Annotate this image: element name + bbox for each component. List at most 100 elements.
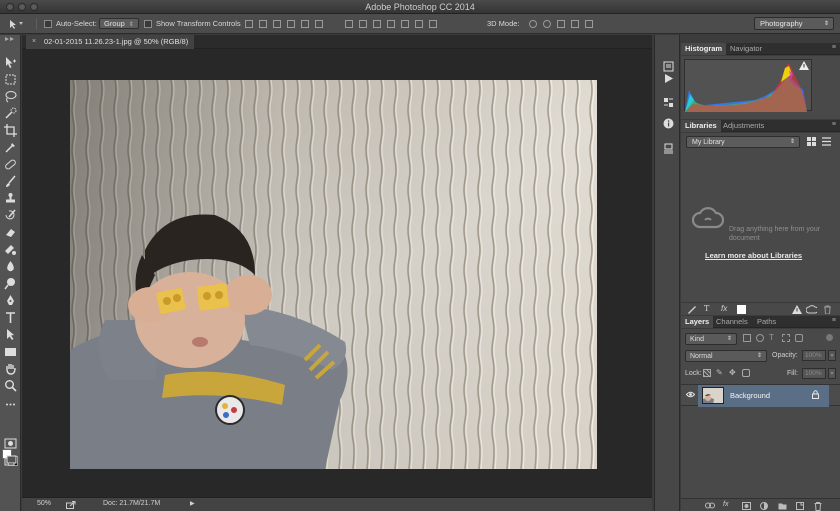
sync-warning-icon[interactable] [792, 305, 802, 314]
quick-select-tool-icon[interactable] [3, 107, 18, 120]
3d-rotate-icon[interactable] [529, 19, 537, 28]
distribute-vcenter-icon[interactable] [359, 19, 367, 28]
brush-tool-icon[interactable] [3, 175, 18, 188]
zoom-level[interactable]: 50% [37, 500, 51, 507]
marquee-tool-icon[interactable] [3, 73, 18, 86]
path-select-tool-icon[interactable] [3, 328, 18, 341]
lasso-tool-icon[interactable] [3, 90, 18, 103]
eraser-tool-icon[interactable] [3, 226, 18, 239]
lock-position-icon[interactable]: ✥ [729, 369, 737, 377]
tab-histogram[interactable]: Histogram [681, 43, 727, 55]
align-right-icon[interactable] [315, 19, 323, 28]
properties-panel-icon[interactable] [663, 97, 674, 108]
fill-field[interactable]: 100% [802, 368, 826, 379]
add-graphic-icon[interactable] [737, 305, 746, 314]
3d-roll-icon[interactable] [543, 19, 551, 28]
layer-row-background[interactable]: Background [681, 384, 840, 407]
add-character-style-icon[interactable]: T [704, 305, 709, 313]
cc-sync-icon[interactable] [806, 305, 817, 314]
tab-libraries[interactable]: Libraries [681, 120, 721, 132]
add-mask-icon[interactable] [742, 502, 751, 510]
tab-channels[interactable]: Channels [712, 316, 752, 328]
new-adjustment-layer-icon[interactable] [760, 502, 768, 510]
auto-align-icon[interactable] [429, 19, 437, 28]
pen-tool-icon[interactable] [3, 294, 18, 307]
history-panel-icon[interactable] [663, 61, 674, 72]
layer-filter-kind[interactable]: Kind ⇕ [685, 333, 737, 345]
layer-visibility-eye-icon[interactable] [686, 391, 695, 398]
layer-name[interactable]: Background [730, 391, 770, 400]
align-left-icon[interactable] [287, 19, 295, 28]
lock-all-icon[interactable] [742, 369, 750, 377]
3d-scale-icon[interactable] [585, 19, 593, 28]
histogram-panel-menu-icon[interactable]: ≡ [832, 44, 836, 51]
actions-panel-icon[interactable] [663, 73, 674, 84]
eyedropper-tool-icon[interactable] [3, 141, 18, 154]
library-trash-icon[interactable] [823, 305, 832, 314]
close-tab-icon[interactable]: × [32, 35, 36, 49]
auto-select-check[interactable] [44, 19, 52, 28]
quick-mask-icon[interactable] [3, 437, 18, 450]
distribute-right-icon[interactable] [415, 19, 423, 28]
add-color-icon[interactable] [687, 305, 697, 314]
auto-select-checkbox[interactable]: Auto-Select: [44, 17, 97, 30]
tool-preset-picker[interactable] [6, 17, 26, 30]
more-tools-icon[interactable] [3, 398, 18, 411]
document-image[interactable] [70, 80, 597, 469]
filter-adjustment-icon[interactable] [756, 334, 764, 342]
3d-drag-icon[interactable] [557, 19, 565, 28]
lock-image-icon[interactable]: ✎ [716, 369, 724, 377]
align-top-icon[interactable] [245, 19, 253, 28]
hand-tool-icon[interactable] [3, 362, 18, 375]
crop-tool-icon[interactable] [3, 124, 18, 137]
opacity-field[interactable]: 100% [802, 350, 826, 361]
gradient-tool-icon[interactable] [3, 243, 18, 256]
tab-navigator[interactable]: Navigator [726, 43, 766, 55]
layer-comps-panel-icon[interactable] [663, 143, 674, 154]
lock-transparent-icon[interactable] [703, 369, 711, 377]
layers-panel-menu-icon[interactable]: ≡ [832, 317, 836, 324]
healing-brush-tool-icon[interactable] [3, 158, 18, 171]
3d-slide-icon[interactable] [571, 19, 579, 28]
filter-type-icon[interactable]: T [769, 334, 777, 342]
align-hcenter-icon[interactable] [301, 19, 309, 28]
dodge-tool-icon[interactable] [3, 277, 18, 290]
blend-mode-select[interactable]: Normal ⇕ [685, 350, 767, 362]
move-tool-icon[interactable] [3, 56, 18, 69]
distribute-hcenter-icon[interactable] [401, 19, 409, 28]
distribute-left-icon[interactable] [387, 19, 395, 28]
status-menu-arrow-icon[interactable]: ▶ [190, 500, 195, 507]
blur-tool-icon[interactable] [3, 260, 18, 273]
link-layers-icon[interactable] [705, 502, 715, 509]
tab-layers[interactable]: Layers [681, 316, 714, 328]
filter-smart-object-icon[interactable] [795, 334, 803, 342]
fill-dropdown-icon[interactable]: ▾ [828, 368, 836, 379]
align-vcenter-icon[interactable] [259, 19, 267, 28]
filter-toggle-icon[interactable] [826, 334, 833, 341]
opacity-dropdown-icon[interactable]: ▾ [828, 350, 836, 361]
workspace-switcher[interactable]: Photography ⇕ [754, 17, 834, 30]
info-panel-icon[interactable] [663, 118, 674, 129]
zoom-tool-icon[interactable] [3, 379, 18, 392]
show-transform-controls-checkbox[interactable]: Show Transform Controls [144, 17, 241, 30]
rectangle-tool-icon[interactable] [3, 345, 18, 358]
history-brush-tool-icon[interactable] [3, 209, 18, 222]
show-transform-check[interactable] [144, 19, 152, 28]
list-view-icon[interactable] [822, 137, 831, 146]
clone-stamp-tool-icon[interactable] [3, 192, 18, 205]
auto-select-dropdown[interactable]: Group ⇕ [99, 18, 139, 29]
libraries-panel-menu-icon[interactable]: ≡ [832, 121, 836, 128]
distribute-bottom-icon[interactable] [373, 19, 381, 28]
add-layer-style-icon[interactable]: fx [723, 501, 728, 508]
add-layer-style-icon[interactable]: fx [721, 305, 727, 313]
learn-more-libraries-link[interactable]: Learn more about Libraries [705, 251, 802, 260]
new-layer-icon[interactable] [796, 502, 804, 510]
new-group-icon[interactable] [778, 502, 787, 510]
tab-paths[interactable]: Paths [753, 316, 780, 328]
histogram-warning-icon[interactable] [799, 61, 809, 70]
share-icon[interactable] [66, 501, 76, 509]
library-select[interactable]: My Library ⇕ [686, 136, 800, 148]
align-bottom-icon[interactable] [273, 19, 281, 28]
screen-mode-icon[interactable] [3, 455, 18, 468]
tab-adjustments[interactable]: Adjustments [719, 120, 768, 132]
